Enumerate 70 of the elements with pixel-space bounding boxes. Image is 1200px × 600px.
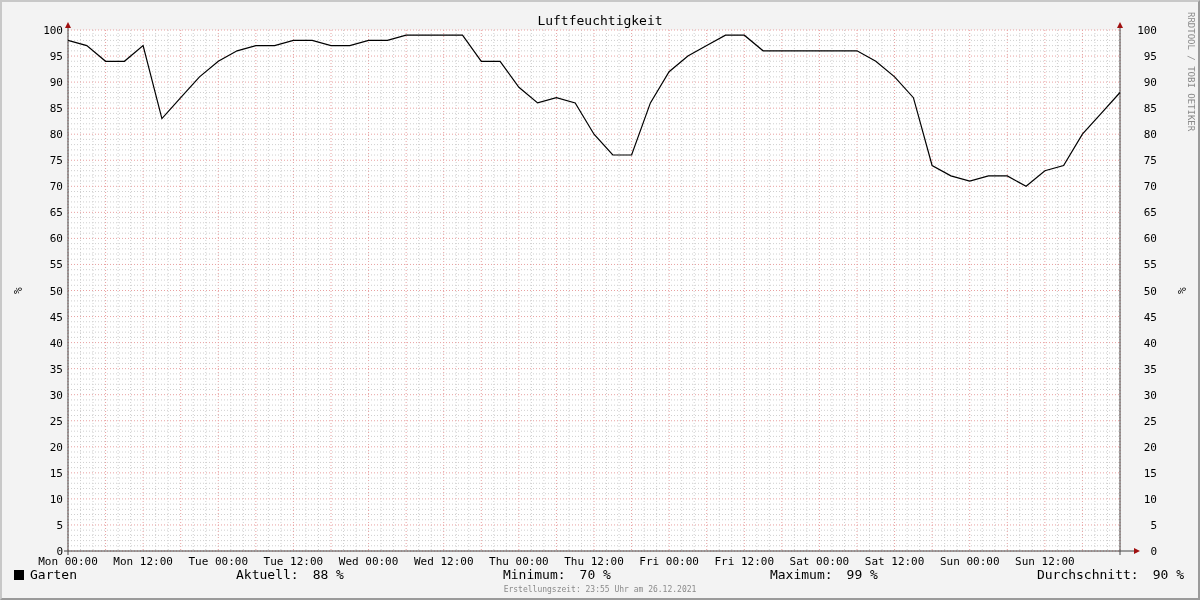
y-tick-label: 75 xyxy=(1143,154,1157,168)
y-tick-label: 90 xyxy=(49,76,63,90)
stat-label: Maximum: xyxy=(769,568,833,581)
y-tick-label: 30 xyxy=(49,388,63,402)
y-tick-label: 80 xyxy=(1143,128,1157,142)
y-tick-label: 30 xyxy=(1143,388,1157,402)
y-tick-label: 35 xyxy=(49,362,63,376)
y-tick-label: 15 xyxy=(1143,466,1157,480)
y-tick-label: 45 xyxy=(49,310,63,324)
y-tick-label: 15 xyxy=(49,466,63,480)
stat-label: Durchschnitt: xyxy=(1036,568,1139,581)
y-tick-label: 75 xyxy=(49,154,63,168)
stat-value: 90 % xyxy=(1152,568,1184,581)
y-tick-label: 70 xyxy=(49,180,63,194)
y-tick-label: 65 xyxy=(49,206,63,220)
y-tick-label: 90 xyxy=(1143,76,1157,90)
y-tick-label: 20 xyxy=(1143,440,1157,454)
y-tick-label: 0 xyxy=(1150,545,1157,558)
x-tick-label: Thu 12:00 xyxy=(564,555,624,568)
stat-value: 70 % xyxy=(579,568,611,581)
y-tick-label: 25 xyxy=(1143,414,1157,428)
y-tick-label: 95 xyxy=(1143,50,1157,64)
y-tick-label: 65 xyxy=(1143,206,1157,220)
x-tick-label: Mon 12:00 xyxy=(113,555,173,568)
y-tick-label: 5 xyxy=(1150,518,1157,532)
x-tick-label: Sun 00:00 xyxy=(939,555,1000,568)
y-tick-label: 70 xyxy=(1143,180,1157,194)
chart-title: Luftfeuchtigkeit xyxy=(537,13,663,28)
x-tick-label: Wed 12:00 xyxy=(413,555,474,568)
x-tick-label: Sat 12:00 xyxy=(864,555,925,568)
y-tick-label: 95 xyxy=(49,50,63,64)
stat-value: 88 % xyxy=(312,568,344,581)
stat-value: 99 % xyxy=(846,568,878,581)
y-tick-label: 40 xyxy=(49,336,63,350)
legend-label: Garten xyxy=(30,568,77,581)
y-tick-label: 20 xyxy=(49,440,63,454)
credit-text: RRDTOOL / TOBI OETIKER xyxy=(1186,12,1196,132)
stat-label: Aktuell: xyxy=(236,568,299,581)
y-tick-label: 5 xyxy=(56,518,63,532)
y-axis-label: % xyxy=(11,287,24,294)
y-tick-label: 10 xyxy=(1143,492,1157,506)
y-tick-label: 55 xyxy=(1143,258,1157,272)
y-tick-label: 85 xyxy=(1143,102,1157,116)
x-tick-label: Sun 12:00 xyxy=(1015,555,1075,568)
x-tick-label: Fri 12:00 xyxy=(714,555,775,568)
y-tick-label: 25 xyxy=(49,414,63,428)
stat-label: Minimum: xyxy=(502,568,566,581)
y-tick-label: 50 xyxy=(49,284,63,298)
x-tick-label: Thu 00:00 xyxy=(489,555,549,568)
x-tick-label: Fri 00:00 xyxy=(639,555,699,568)
x-tick-label: Mon 00:00 xyxy=(38,555,98,568)
x-tick-label: Tue 12:00 xyxy=(263,555,324,568)
y-tick-label: 50 xyxy=(1143,284,1157,298)
y-tick-label: 60 xyxy=(1143,232,1157,246)
y-tick-label: 35 xyxy=(1143,362,1157,376)
y-axis-label: % xyxy=(1175,287,1188,294)
y-tick-label: 60 xyxy=(49,232,63,246)
y-tick-label: 85 xyxy=(49,102,63,116)
x-tick-label: Sat 00:00 xyxy=(789,555,850,568)
y-tick-label: 0 xyxy=(56,545,63,558)
creation-time-text: Erstellungszeit: 23:55 Uhr am 26.12.2021 xyxy=(503,586,697,594)
y-tick-label: 55 xyxy=(49,258,63,272)
y-tick-label: 100 xyxy=(1137,24,1157,37)
x-tick-label: Wed 00:00 xyxy=(338,555,399,568)
y-tick-label: 10 xyxy=(49,492,63,506)
y-tick-label: 40 xyxy=(1143,336,1157,350)
y-tick-label: 80 xyxy=(49,128,63,142)
x-tick-label: Tue 00:00 xyxy=(188,555,249,568)
y-tick-label: 100 xyxy=(43,24,63,37)
y-tick-label: 45 xyxy=(1143,310,1157,324)
